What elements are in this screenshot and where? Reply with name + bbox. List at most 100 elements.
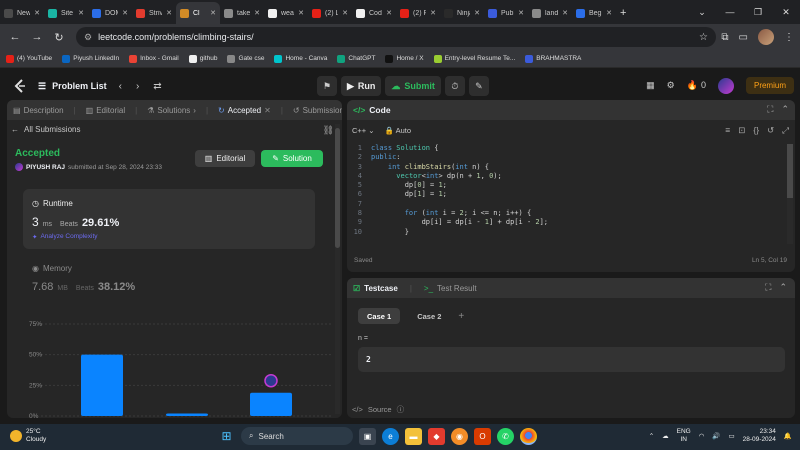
notification-icon[interactable]: 🔔 — [784, 432, 792, 440]
chevron-down-icon[interactable]: ⌄ — [688, 0, 716, 24]
tab-description[interactable]: ▤ Description — [13, 106, 64, 115]
browser-tab[interactable]: (2) Lea✕ — [308, 2, 352, 24]
close-tab-icon[interactable]: ✕ — [606, 9, 612, 17]
minimize-icon[interactable]: — — [716, 0, 744, 24]
reset-icon[interactable]: ↺ — [767, 125, 774, 136]
browser-tab[interactable]: (2) Re✕ — [396, 2, 440, 24]
office-icon[interactable]: O — [474, 427, 491, 445]
browser-tab[interactable]: land.b✕ — [528, 2, 572, 24]
tab-testcase[interactable]: ☑ Testcase — [353, 284, 398, 293]
add-case-button[interactable]: + — [458, 311, 464, 322]
collapse-icon[interactable]: ⌃ — [781, 104, 789, 115]
new-tab-button[interactable]: + — [616, 2, 630, 24]
format-icon[interactable]: ≡ — [725, 125, 730, 136]
close-tab-icon[interactable]: ✕ — [342, 9, 348, 17]
source-link[interactable]: </> Source ⓘ — [352, 404, 404, 415]
volume-icon[interactable]: 🔊 — [712, 432, 720, 440]
problem-list-button[interactable]: ☰ Problem List — [38, 81, 107, 92]
app-red-icon[interactable]: ◆ — [428, 427, 445, 445]
site-info-icon[interactable]: ⚙ — [84, 32, 92, 43]
leetcode-logo[interactable] — [12, 78, 28, 94]
tab-editorial[interactable]: ▥ Editorial — [86, 106, 125, 115]
case-2-tab[interactable]: Case 2 — [408, 308, 450, 324]
battery-icon[interactable]: ▭ — [729, 432, 735, 440]
submit-button[interactable]: ☁ Submit — [385, 76, 441, 96]
close-tab-icon[interactable]: ✕ — [298, 9, 304, 17]
distribution-chart[interactable]: 75% 50% 25% 0% — [7, 310, 337, 418]
memory-label[interactable]: ◉ Memory — [32, 264, 72, 273]
browser-tab[interactable]: Public ✕ — [484, 2, 528, 24]
file-explorer-icon[interactable]: ▬ — [405, 427, 422, 445]
chart-bar[interactable] — [250, 392, 292, 416]
scroll-thumb[interactable] — [787, 144, 793, 198]
back-icon[interactable]: ← — [4, 31, 26, 43]
language-indicator[interactable]: ENG IN — [677, 428, 691, 444]
bookmark-icon[interactable]: ⊡ — [738, 125, 745, 136]
edge-icon[interactable]: e — [382, 427, 399, 445]
streak-fire-icon[interactable]: 🔥 0 — [687, 80, 706, 91]
close-tab-icon[interactable]: ✕ — [430, 9, 436, 17]
sidebar-icon[interactable]: ▭ — [739, 32, 748, 43]
close-tab-icon[interactable]: ✕ — [166, 9, 172, 17]
browser-tab[interactable]: Cl ✕ — [176, 2, 220, 24]
user-avatar[interactable] — [717, 77, 734, 94]
premium-button[interactable]: Premium — [745, 77, 794, 94]
browser-tab[interactable]: Begin ✕ — [572, 2, 616, 24]
maximize-icon[interactable]: ⛶ — [767, 104, 773, 115]
link-icon[interactable]: ⛓ — [323, 125, 334, 136]
analyze-complexity-link[interactable]: ✦ Analyze Complexity — [32, 233, 98, 241]
maximize-icon[interactable]: ❐ — [744, 0, 772, 24]
run-button[interactable]: ▶ Run — [341, 76, 382, 96]
prev-problem-icon[interactable]: ‹ — [119, 81, 122, 92]
debug-icon[interactable]: ⚑ — [317, 76, 337, 96]
help-icon[interactable]: ⓘ — [397, 404, 405, 415]
input-field[interactable]: 2 — [358, 347, 785, 372]
app-orange-icon[interactable]: ◉ — [451, 427, 468, 445]
browser-tab[interactable]: Codet ✕ — [352, 2, 396, 24]
reload-icon[interactable]: ↻ — [48, 31, 70, 44]
tab-accepted[interactable]: ↻ Accepted ✕ — [218, 106, 271, 115]
solution-button[interactable]: ✎ Solution — [261, 150, 323, 167]
chevron-up-icon[interactable]: ⌃ — [649, 432, 654, 440]
chrome-icon[interactable] — [520, 427, 537, 445]
bookmark-item[interactable]: Home - Canva — [274, 54, 327, 63]
bookmark-item[interactable]: ChatGPT — [337, 54, 375, 63]
wifi-icon[interactable]: ◠ — [699, 432, 705, 440]
bookmark-item[interactable]: Entry-level Resume Te... — [433, 54, 515, 63]
bookmark-item[interactable]: Inbox - Gmail — [129, 54, 179, 63]
browser-tab[interactable]: weath ✕ — [264, 2, 308, 24]
url-bar[interactable]: ⚙ leetcode.com/problems/climbing-stairs/… — [76, 27, 716, 47]
taskbar-search[interactable]: ⌕ Search — [241, 427, 353, 445]
close-tab-icon[interactable]: ✕ — [562, 9, 568, 17]
browser-tab[interactable]: Striver✕ — [132, 2, 176, 24]
bookmark-item[interactable]: github — [188, 54, 217, 63]
case-1-tab[interactable]: Case 1 — [358, 308, 401, 324]
collapse-icon[interactable]: ⌃ — [779, 282, 787, 293]
language-select[interactable]: C++ ⌄ — [352, 126, 375, 135]
close-tab-icon[interactable]: ✕ — [474, 9, 480, 17]
browser-tab[interactable]: DOM ✕ — [88, 2, 132, 24]
code-scrollbar[interactable] — [787, 144, 793, 244]
close-tab-icon[interactable]: ✕ — [254, 9, 260, 17]
bookmark-item[interactable]: BRAHMASTRA — [525, 54, 581, 63]
weather-widget[interactable]: 25°C Cloudy — [10, 428, 46, 444]
menu-icon[interactable]: ⋮ — [784, 32, 794, 43]
runtime-card[interactable]: ◷ Runtime 3 ms Beats 29.61% ✦ Analyze Co… — [23, 189, 315, 249]
scroll-thumb[interactable] — [335, 128, 340, 248]
mode-indicator[interactable]: 🔒 Auto — [385, 126, 411, 135]
close-tab-icon[interactable]: ✕ — [122, 9, 128, 17]
shuffle-icon[interactable]: ⇄ — [153, 81, 161, 92]
notes-icon[interactable]: ✎ — [468, 76, 489, 96]
timer-icon[interactable]: ⏱ — [444, 76, 465, 96]
tab-submissions[interactable]: ↺Submissions — [293, 106, 342, 115]
fullscreen-icon[interactable]: ⤢ — [782, 125, 789, 136]
browser-tab[interactable]: New C✕ — [0, 2, 44, 24]
settings-icon[interactable]: ⚙ — [667, 80, 675, 91]
bookmark-item[interactable]: Gate cse — [227, 54, 264, 63]
clock[interactable]: 23:34 28-09-2024 — [743, 428, 776, 444]
bookmark-item[interactable]: (4) YouTube — [6, 54, 52, 63]
extensions-icon[interactable]: ⧉ — [721, 32, 728, 43]
browser-tab[interactable]: Ninja ✕ — [440, 2, 484, 24]
task-view-icon[interactable]: ▣ — [359, 427, 376, 445]
close-tab-icon[interactable]: ✕ — [210, 9, 216, 17]
